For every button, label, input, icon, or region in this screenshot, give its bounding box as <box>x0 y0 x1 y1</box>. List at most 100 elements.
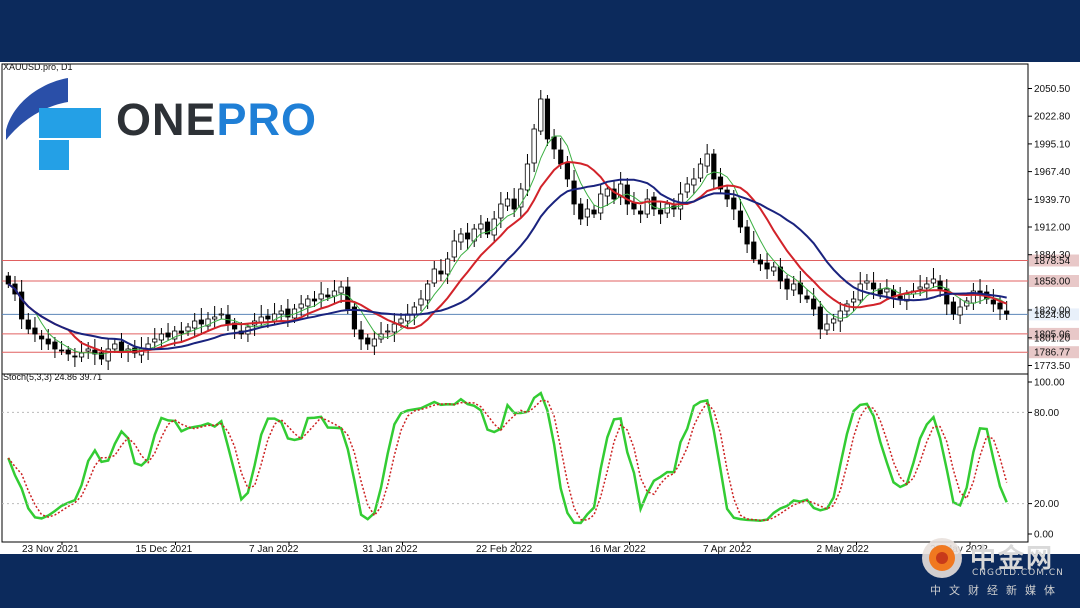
candle-body <box>418 298 424 306</box>
candle-body <box>311 298 318 302</box>
candle-body <box>684 183 690 193</box>
candle-body <box>185 326 191 332</box>
candle-body <box>338 286 344 294</box>
candle-body <box>112 343 118 350</box>
candle-body <box>771 266 777 272</box>
candle-body <box>697 163 704 179</box>
price-tick-label: 1967.40 <box>1034 167 1071 178</box>
time-tick-label: 15 Dec 2021 <box>136 544 193 554</box>
candle-body <box>425 283 431 301</box>
candle-body <box>371 338 377 347</box>
time-tick-label: 31 Jan 2022 <box>363 544 418 554</box>
candle-body <box>431 268 437 284</box>
candle-body <box>504 198 511 207</box>
candle-body <box>25 319 31 330</box>
candle-body <box>704 153 710 167</box>
candle-body <box>544 98 551 140</box>
candle-body <box>638 210 644 215</box>
candle-body <box>990 299 996 305</box>
candle-body <box>817 306 823 330</box>
level-label: 1786.77 <box>1034 348 1071 359</box>
candle-body <box>198 319 204 325</box>
candle-body <box>118 341 125 352</box>
candle-body <box>152 338 158 343</box>
candle-body <box>811 298 817 310</box>
candle-body <box>744 226 750 245</box>
candle-body <box>305 298 311 307</box>
symbol-label: XAUUSD.pro, D1 <box>3 62 73 72</box>
candle-body <box>564 162 570 180</box>
candle-body <box>318 293 324 300</box>
time-tick-label: 23 Nov 2021 <box>22 544 79 554</box>
candle-body <box>804 295 810 300</box>
time-tick-label: 22 Feb 2022 <box>476 544 533 554</box>
candle-body <box>445 258 451 275</box>
candle-body <box>751 241 757 260</box>
candle-body <box>864 280 870 284</box>
candle-body <box>345 286 351 310</box>
candle-body <box>398 318 404 324</box>
candle-body <box>937 280 943 290</box>
candle-body <box>538 98 544 132</box>
logo-word-one: ONE <box>116 94 217 145</box>
candle-body <box>884 288 890 293</box>
candle-body <box>604 188 610 197</box>
candle-body <box>78 352 85 358</box>
watermark-url: CNGOLD.COM.CN <box>972 568 1064 578</box>
price-tick-label: 2022.80 <box>1034 112 1071 123</box>
candle-body <box>691 178 697 186</box>
time-tick-label: 16 Mar 2022 <box>590 544 647 554</box>
candle-body <box>52 341 58 350</box>
time-tick-label: 7 Jan 2022 <box>249 544 299 554</box>
stoch-tick-label: 100.00 <box>1034 378 1065 389</box>
sma-mid-line <box>7 160 1008 354</box>
candle-body <box>764 262 770 270</box>
candle-body <box>464 232 471 240</box>
stoch-tick-label: 80.00 <box>1034 408 1059 419</box>
price-tick-label: 1773.50 <box>1034 361 1071 372</box>
candle-body <box>5 275 11 285</box>
candle-body <box>391 323 397 333</box>
candle-body <box>58 349 65 352</box>
candle-body <box>737 210 744 228</box>
candle-body <box>212 316 218 320</box>
candle-body <box>451 240 457 258</box>
candle-body <box>591 209 597 215</box>
stoch-signal-line <box>7 399 1008 521</box>
candle-body <box>385 330 391 333</box>
time-tick-label: 7 Apr 2022 <box>703 544 752 554</box>
candle-body <box>45 338 51 345</box>
candle-body <box>365 337 371 345</box>
logo-word-pro: PRO <box>216 94 318 145</box>
price-tick-label: 1801.20 <box>1034 333 1071 344</box>
candle-body <box>498 203 504 219</box>
candle-body <box>731 197 737 210</box>
candle-body <box>930 278 937 284</box>
candle-body <box>924 283 930 289</box>
candle-body <box>598 193 604 214</box>
candle-body <box>158 333 165 341</box>
candle-body <box>65 349 71 355</box>
candle-body <box>950 301 957 315</box>
candle-body <box>578 203 584 220</box>
price-tick-label: 1912.00 <box>1034 223 1071 234</box>
candle-body <box>997 302 1003 310</box>
candle-body <box>524 163 531 191</box>
candle-body <box>870 282 877 290</box>
candle-body <box>478 223 484 230</box>
candle-body <box>458 233 464 243</box>
candle-body <box>584 208 590 218</box>
price-tick-label: 1939.70 <box>1034 195 1071 206</box>
candle-body <box>298 303 304 309</box>
candle-body <box>39 335 45 340</box>
candle-body <box>831 318 837 324</box>
watermark-subtitle: 中文财经新媒体 <box>930 584 1063 597</box>
candle-body <box>165 332 171 338</box>
candle-body <box>32 327 38 335</box>
candle-body <box>824 323 830 331</box>
candle-body <box>438 270 444 275</box>
candle-body <box>957 306 963 316</box>
candle-body <box>850 298 857 303</box>
candle-body <box>531 128 537 164</box>
logo-wordmark: ONEPRO <box>116 97 317 142</box>
